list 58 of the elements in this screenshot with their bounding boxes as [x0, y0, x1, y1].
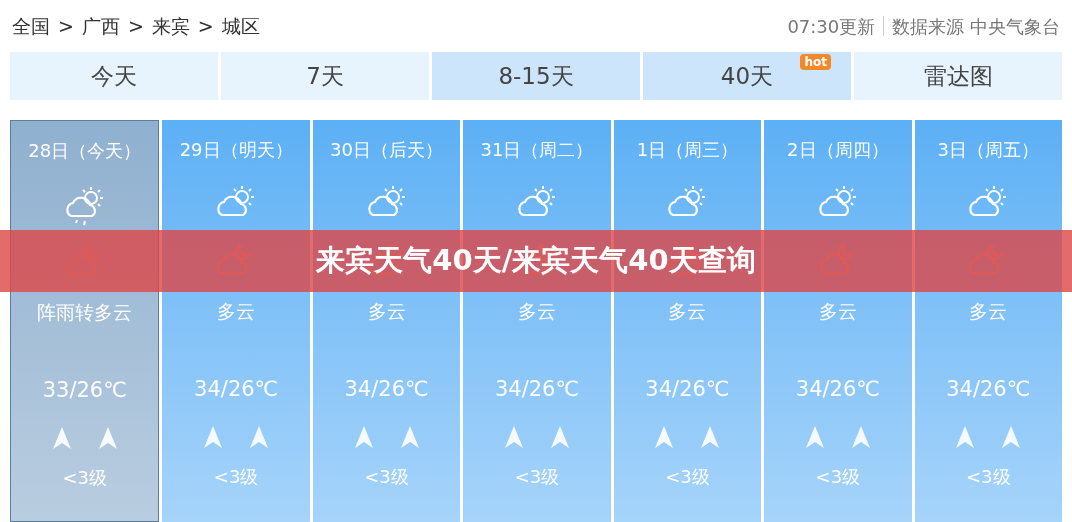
breadcrumb-link[interactable]: 城区	[221, 11, 260, 41]
tab[interactable]: 7天	[221, 52, 429, 100]
wind-arrow-icon	[549, 425, 570, 449]
date-label: 31日（周二）	[480, 138, 594, 162]
wind-arrow-icon	[203, 425, 224, 449]
wind-level: <3级	[514, 465, 560, 489]
tab[interactable]: 40天 hot	[643, 52, 851, 100]
date-label: 30日（后天）	[330, 138, 443, 162]
wind-arrow-icon	[503, 425, 524, 449]
weather-label: 多云	[668, 299, 707, 324]
date-label: 28日（今天）	[28, 139, 142, 163]
wind-arrow-icon	[51, 426, 72, 450]
date-label: 29日（明天）	[179, 138, 293, 162]
breadcrumb-link[interactable]: 广西	[81, 11, 120, 41]
breadcrumb-link[interactable]: 全国	[12, 11, 50, 41]
weather-label: 多云	[969, 299, 1008, 324]
data-source: 数据来源 中央气象台	[892, 14, 1060, 39]
wind-level: <3级	[665, 465, 710, 489]
breadcrumb-separator: >	[58, 13, 74, 39]
wind-level: <3级	[965, 465, 1011, 489]
wind-arrow-icon	[700, 425, 721, 449]
weather-label: 多云	[517, 299, 556, 324]
wind-arrow-icon	[654, 425, 675, 449]
weather-label: 多云	[367, 299, 406, 324]
date-label: 2日（周四）	[787, 138, 889, 162]
date-label: 3日（周五）	[937, 138, 1039, 162]
wind-level: <3级	[364, 465, 409, 489]
temperature: 34/26℃	[645, 375, 730, 403]
breadcrumb-separator: >	[127, 13, 144, 39]
wind-arrow-icon	[850, 425, 871, 449]
wind-arrow-icon	[804, 425, 825, 449]
temperature: 34/26℃	[795, 375, 880, 403]
wind-level: <3级	[213, 465, 259, 489]
tab[interactable]: 今天	[10, 52, 218, 100]
wind-arrow-icon	[97, 426, 118, 450]
hot-badge: hot	[800, 54, 831, 70]
temperature: 34/26℃	[946, 375, 1031, 403]
wind-arrow-icon	[399, 425, 420, 449]
wind-arrow-icon	[249, 425, 270, 449]
wind-level: <3级	[62, 466, 107, 490]
tab[interactable]: 雷达图	[854, 52, 1062, 100]
weather-label: 多云	[217, 299, 256, 324]
temperature: 34/26℃	[194, 375, 279, 403]
temperature: 33/26℃	[42, 376, 127, 404]
temperature: 34/26℃	[344, 375, 429, 403]
breadcrumb-link[interactable]: 来宾	[151, 11, 190, 41]
wind-arrow-icon	[353, 425, 374, 449]
wind-level: <3级	[815, 465, 861, 489]
tab[interactable]: 8-15天	[432, 52, 640, 100]
weather-label: 阵雨转多云	[37, 300, 133, 325]
date-label: 1日（周三）	[636, 138, 739, 162]
wind-arrow-icon	[955, 425, 976, 449]
breadcrumb-separator: >	[197, 13, 214, 39]
update-time: 07:30更新	[787, 14, 876, 39]
wind-arrow-icon	[1001, 425, 1022, 449]
temperature: 34/26℃	[494, 375, 580, 403]
title-banner: 来宾天气40天/来宾天气40天查询	[0, 230, 1072, 292]
weather-label: 多云	[818, 299, 857, 324]
